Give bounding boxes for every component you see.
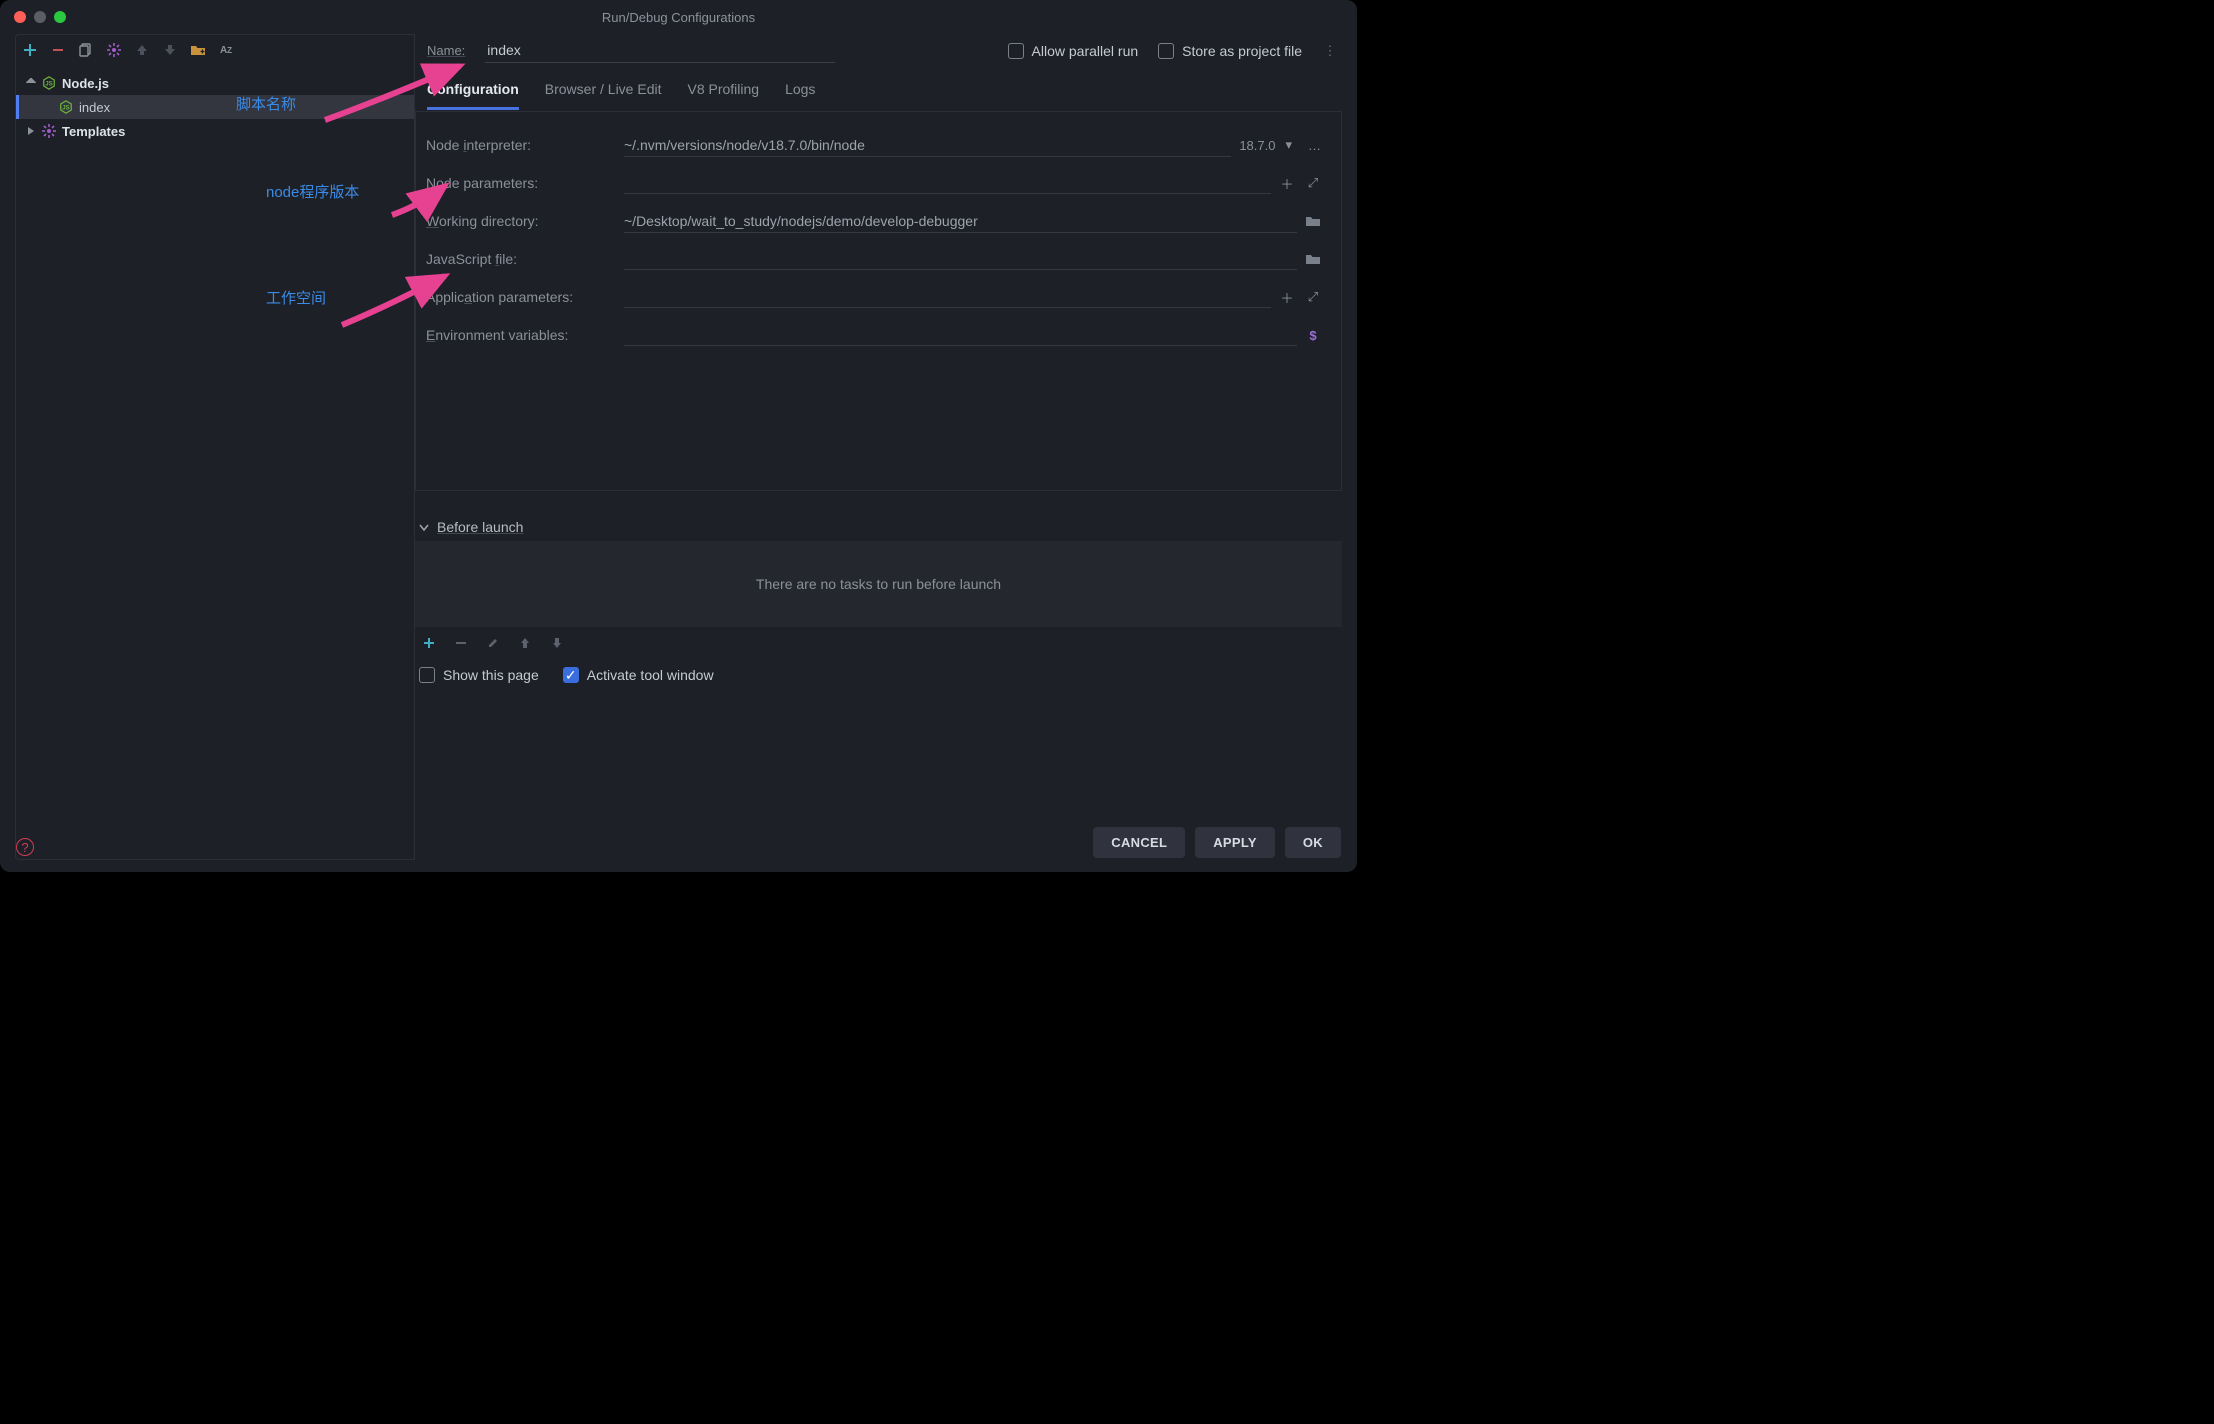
node-version-text: 18.7.0 xyxy=(1239,138,1275,153)
ok-button[interactable]: OK xyxy=(1285,827,1341,858)
name-input[interactable] xyxy=(485,38,835,63)
annotation-node-version: node程序版本 xyxy=(266,181,359,202)
nodejs-icon: JS xyxy=(42,76,56,90)
plus-icon[interactable]: ＋ xyxy=(1279,289,1295,305)
environment-variables-label: Environment variables: xyxy=(426,327,616,343)
main-panel: Name: Allow parallel run Store as projec… xyxy=(415,34,1342,860)
titlebar: Run/Debug Configurations xyxy=(0,0,1357,34)
sidebar: AZ JS Node.js JS index Templates 脚本名称 xyxy=(15,34,415,860)
checkbox-icon: ✓ xyxy=(563,667,579,683)
move-up-icon[interactable] xyxy=(134,42,150,58)
javascript-file-field[interactable] xyxy=(624,248,1297,270)
nodejs-icon: JS xyxy=(59,100,73,114)
dollar-icon[interactable]: $ xyxy=(1305,327,1321,343)
apply-button[interactable]: APPLY xyxy=(1195,827,1275,858)
folder-browse-icon[interactable] xyxy=(1305,251,1321,267)
application-parameters-field[interactable] xyxy=(624,286,1271,308)
dialog-footer: CANCEL APPLY OK xyxy=(1093,827,1341,858)
tree-item-index[interactable]: JS index xyxy=(16,95,414,119)
node-parameters-field[interactable] xyxy=(624,172,1271,194)
checkbox-label: Allow parallel run xyxy=(1032,43,1139,59)
expand-icon[interactable]: ⤢ xyxy=(1305,175,1321,191)
before-launch-header[interactable]: Before launch xyxy=(415,513,1342,541)
move-down-icon[interactable] xyxy=(162,42,178,58)
config-tree: JS Node.js JS index Templates 脚本名称 node程… xyxy=(16,65,414,859)
add-config-icon[interactable] xyxy=(22,42,38,58)
expand-arrow-icon xyxy=(26,126,36,136)
plus-icon[interactable]: ＋ xyxy=(1279,175,1295,191)
move-task-down-icon[interactable] xyxy=(549,635,565,651)
checkbox-label: Store as project file xyxy=(1182,43,1302,59)
checkbox-icon xyxy=(1158,43,1174,59)
environment-variables-field[interactable] xyxy=(624,324,1297,346)
svg-text:JS: JS xyxy=(62,105,69,112)
tree-label: Templates xyxy=(62,124,125,139)
collapse-arrow-icon xyxy=(26,78,36,88)
checkbox-label: Show this page xyxy=(443,667,539,683)
tab-logs[interactable]: Logs xyxy=(785,71,815,110)
sidebar-toolbar: AZ xyxy=(16,35,414,65)
expand-icon[interactable]: ⤢ xyxy=(1305,289,1321,305)
tree-item-nodejs[interactable]: JS Node.js xyxy=(16,71,414,95)
working-directory-label: Working directory: xyxy=(426,213,616,229)
store-as-project-checkbox[interactable]: Store as project file xyxy=(1158,43,1302,59)
gear-icon xyxy=(42,124,56,138)
tab-v8[interactable]: V8 Profiling xyxy=(687,71,759,110)
tree-item-templates[interactable]: Templates xyxy=(16,119,414,143)
before-launch-empty: There are no tasks to run before launch xyxy=(756,576,1001,592)
copy-config-icon[interactable] xyxy=(78,42,94,58)
application-parameters-label: Application parameters: xyxy=(426,289,616,305)
annotation-script-name: 脚本名称 xyxy=(236,93,296,114)
dropdown-icon[interactable]: ▾ xyxy=(1285,137,1292,153)
before-launch-tasks: There are no tasks to run before launch xyxy=(415,541,1342,627)
node-parameters-label: Node parameters: xyxy=(426,175,616,191)
chevron-down-icon xyxy=(419,522,429,532)
remove-config-icon[interactable] xyxy=(50,42,66,58)
allow-parallel-checkbox[interactable]: Allow parallel run xyxy=(1008,43,1139,59)
configuration-form: Node interpreter: ~/.nvm/versions/node/v… xyxy=(415,111,1342,491)
edit-task-icon[interactable] xyxy=(485,635,501,651)
activate-tool-window-checkbox[interactable]: ✓ Activate tool window xyxy=(563,667,714,683)
tree-label: Node.js xyxy=(62,76,109,91)
folder-icon[interactable] xyxy=(190,42,206,58)
working-directory-field[interactable]: ~/Desktop/wait_to_study/nodejs/demo/deve… xyxy=(624,210,1297,233)
folder-browse-icon[interactable] xyxy=(1305,213,1321,229)
before-launch-section: Before launch There are no tasks to run … xyxy=(415,513,1342,659)
tree-label: index xyxy=(79,100,110,115)
svg-text:JS: JS xyxy=(45,81,52,88)
add-task-icon[interactable] xyxy=(421,635,437,651)
more-options-icon[interactable]: ⋮ xyxy=(1322,43,1338,59)
tab-browser[interactable]: Browser / Live Edit xyxy=(545,71,662,110)
settings-icon[interactable] xyxy=(106,42,122,58)
before-launch-label: Before launch xyxy=(437,519,523,535)
move-task-up-icon[interactable] xyxy=(517,635,533,651)
javascript-file-label: JavaScript file: xyxy=(426,251,616,267)
sort-alpha-icon[interactable]: AZ xyxy=(218,42,234,58)
node-interpreter-field[interactable]: ~/.nvm/versions/node/v18.7.0/bin/node xyxy=(624,134,1231,157)
bottom-options: Show this page ✓ Activate tool window xyxy=(415,659,1342,683)
tab-configuration[interactable]: Configuration xyxy=(427,71,519,110)
checkbox-icon xyxy=(419,667,435,683)
annotation-workspace: 工作空间 xyxy=(266,287,326,308)
name-label: Name: xyxy=(427,43,465,58)
help-icon[interactable]: ? xyxy=(16,838,34,856)
checkbox-icon xyxy=(1008,43,1024,59)
cancel-button[interactable]: CANCEL xyxy=(1093,827,1185,858)
ellipsis-icon[interactable]: … xyxy=(1308,138,1321,153)
before-launch-toolbar xyxy=(415,627,1342,659)
remove-task-icon[interactable] xyxy=(453,635,469,651)
checkbox-label: Activate tool window xyxy=(587,667,714,683)
node-interpreter-label: Node interpreter: xyxy=(426,137,616,153)
window-title: Run/Debug Configurations xyxy=(0,10,1357,25)
show-this-page-checkbox[interactable]: Show this page xyxy=(419,667,539,683)
tabs: Configuration Browser / Live Edit V8 Pro… xyxy=(415,71,1342,111)
